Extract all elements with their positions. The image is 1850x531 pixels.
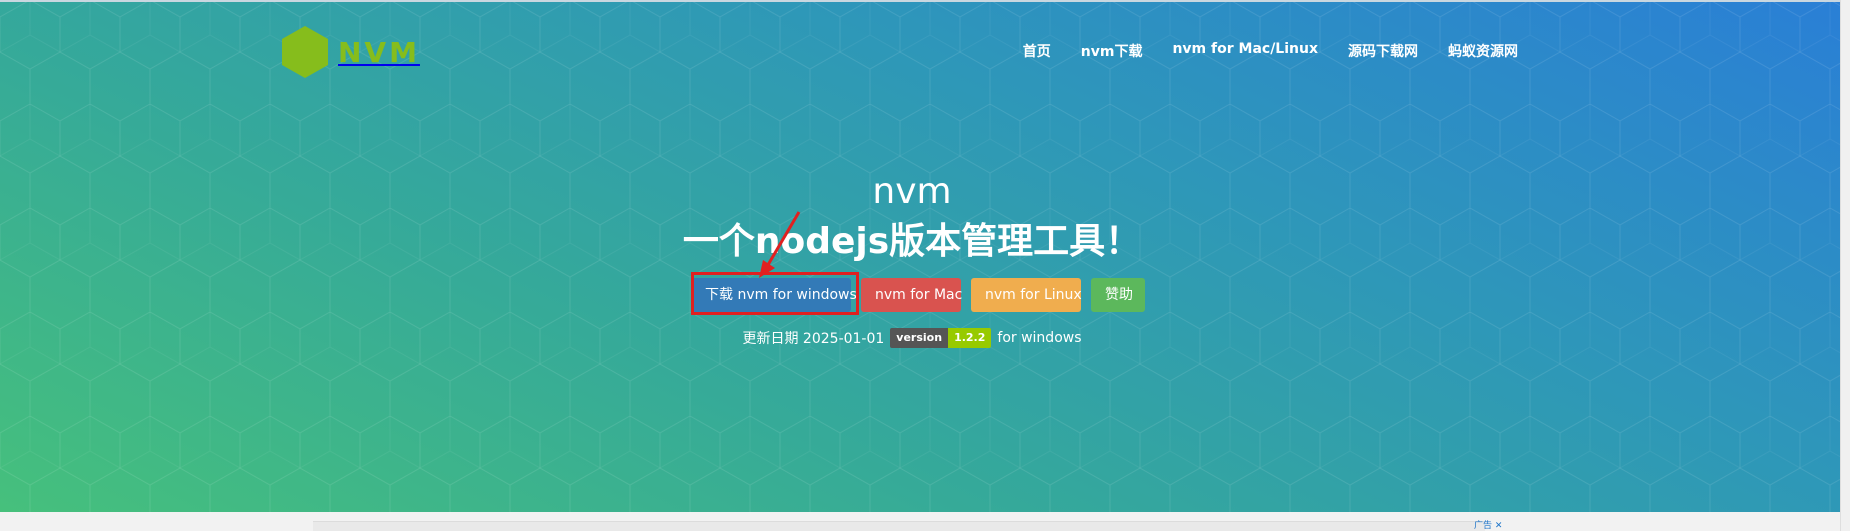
ad-strip <box>313 521 1485 531</box>
download-mac-button[interactable]: nvm for Mac <box>861 278 962 312</box>
nav-source-download[interactable]: 源码下载网 <box>1333 38 1433 64</box>
update-info: 更新日期 2025-01-01 version 1.2.2 for window… <box>0 328 1824 348</box>
update-date: 更新日期 2025-01-01 <box>742 331 885 347</box>
download-linux-button[interactable]: nvm for Linux <box>971 278 1082 312</box>
donate-button[interactable]: 赞助 <box>1091 278 1145 312</box>
hero-banner: NVM 首页 nvm下载 nvm for Mac/Linux 源码下载网 蚂蚁资… <box>0 0 1840 512</box>
hero-subtitle: 一个nodejs版本管理工具！ <box>682 221 1142 262</box>
page-scrollbar[interactable] <box>1840 0 1850 531</box>
nav-nvm-mac-linux[interactable]: nvm for Mac/Linux <box>1157 38 1333 64</box>
nav-home[interactable]: 首页 <box>1008 38 1066 64</box>
hexagon-logo-icon <box>282 26 328 78</box>
ad-close-label[interactable]: 广告 ✕ <box>1474 521 1502 531</box>
nav-ant-resources[interactable]: 蚂蚁资源网 <box>1433 38 1533 64</box>
hero-title: nvm <box>872 171 952 212</box>
version-badge-label: version <box>890 328 949 348</box>
site-logo[interactable]: NVM <box>282 26 420 78</box>
top-border <box>0 0 1840 2</box>
main-nav: 首页 nvm下载 nvm for Mac/Linux 源码下载网 蚂蚁资源网 <box>1008 38 1533 64</box>
update-suffix: for windows <box>997 330 1082 346</box>
arrow-annotation-icon <box>759 211 801 278</box>
nav-nvm-download[interactable]: nvm下载 <box>1066 38 1158 64</box>
version-badge-value: 1.2.2 <box>948 328 992 348</box>
logo-text: NVM <box>338 35 420 69</box>
version-badge: version 1.2.2 <box>890 328 992 348</box>
